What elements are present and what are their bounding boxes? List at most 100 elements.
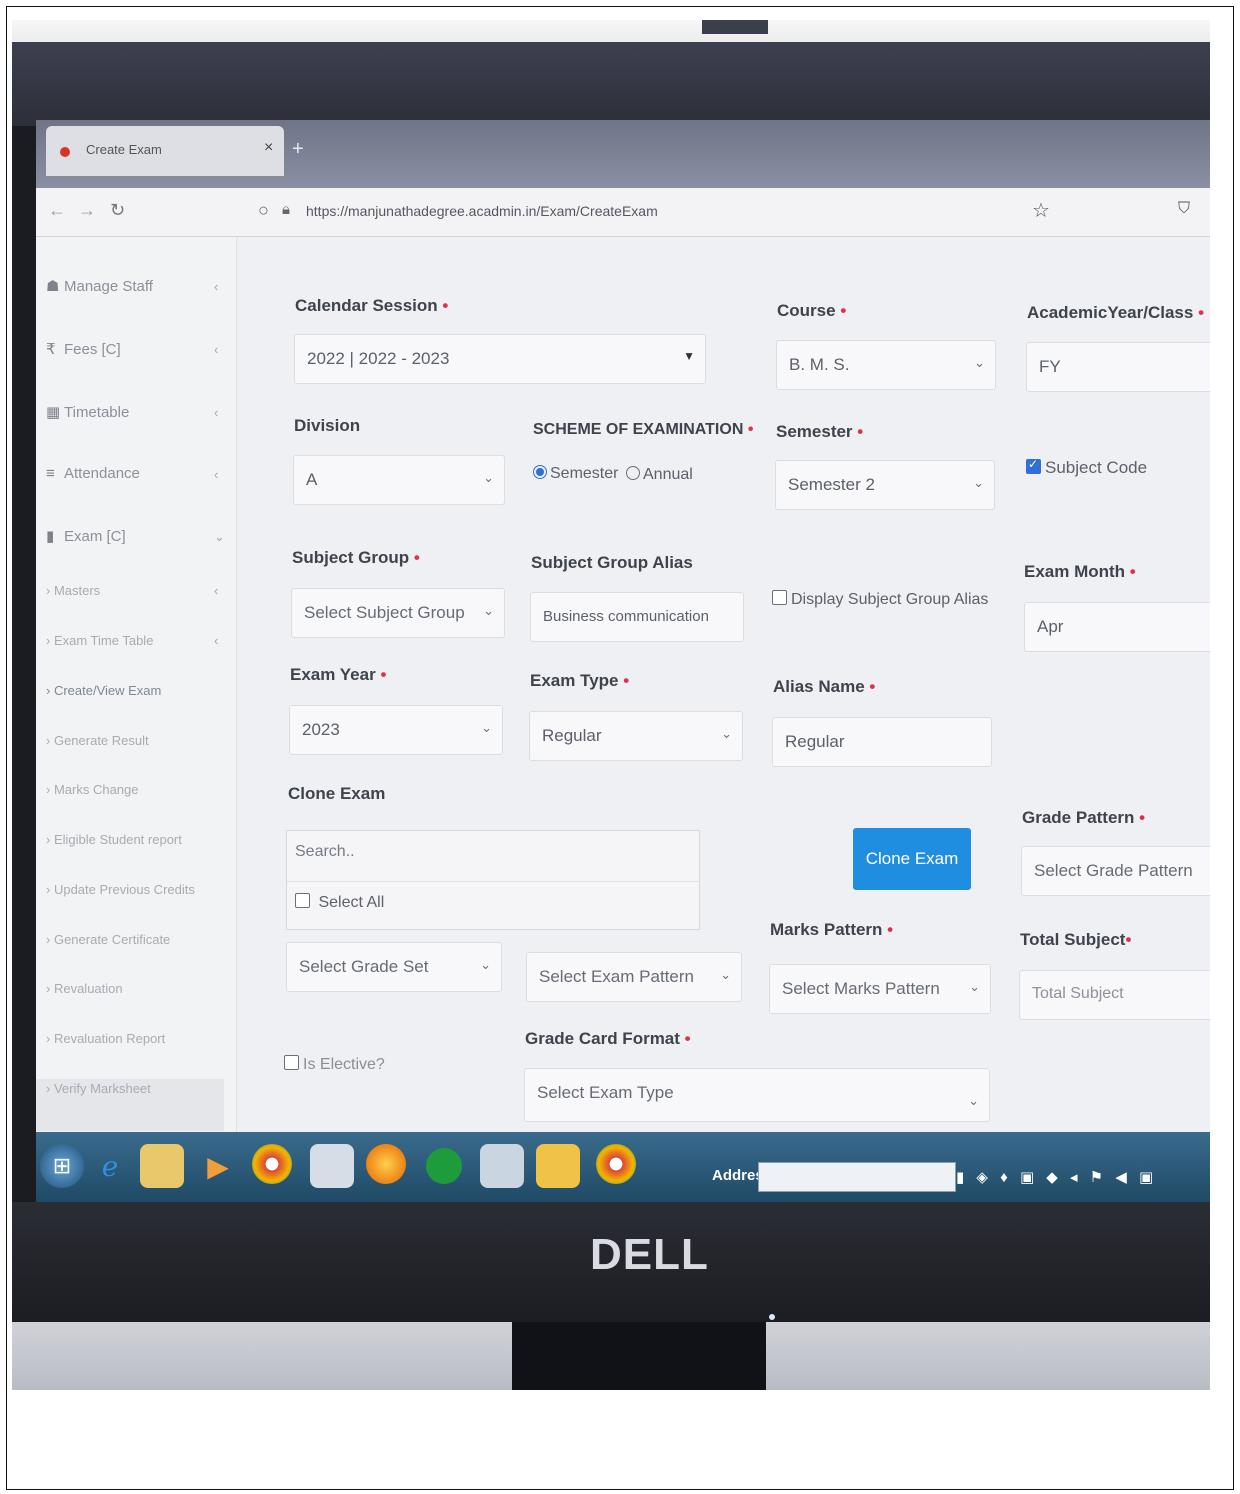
monitor-screen: Create Exam × + ← → ↻ ○ 🔒︎ https://manju…	[36, 120, 1210, 1202]
total-subject-label: Total Subject•	[1020, 930, 1132, 949]
display-alias-checkbox[interactable]: Display Subject Group Alias	[772, 590, 988, 609]
chevron-down-icon: ⌄	[721, 726, 732, 741]
lock-icon[interactable]: 🔒︎	[282, 201, 290, 218]
exam-pattern-select[interactable]: Select Exam Pattern ⌄	[526, 952, 742, 1002]
media-player-icon[interactable]: ▶	[196, 1144, 240, 1188]
total-subject-input[interactable]: Total Subject	[1019, 970, 1210, 1020]
exam-month-select[interactable]: Apr	[1024, 602, 1210, 652]
power-led	[769, 1314, 775, 1320]
start-orb-icon[interactable]: ⊞	[40, 1144, 84, 1188]
chrome-icon[interactable]	[596, 1144, 636, 1184]
sidebar-sub-revaluation-report[interactable]: › Revaluation Report	[46, 1031, 165, 1046]
subject-group-select[interactable]: Select Subject Group ⌄	[291, 588, 505, 638]
alias-name-input[interactable]: Regular	[772, 717, 992, 767]
grade-set-select[interactable]: Select Grade Set ⌄	[286, 942, 502, 992]
chrome-icon[interactable]	[252, 1144, 292, 1184]
scheme-annual-radio[interactable]: Annual	[626, 466, 693, 484]
exam-type-select[interactable]: Regular ⌄	[529, 711, 743, 761]
reload-icon[interactable]: ↻	[110, 200, 125, 221]
chevron-left-icon: ‹	[214, 633, 219, 648]
calendar-session-select[interactable]: 2022 | 2022 - 2023 ▼	[294, 334, 706, 384]
chevron-left-icon: ‹	[214, 279, 219, 294]
sidebar-item-exam[interactable]: ▮ Exam [C]	[46, 527, 126, 545]
subject-group-alias-input[interactable]: Business communication	[530, 592, 744, 642]
staff-icon: ☗	[46, 278, 60, 295]
semester-select[interactable]: Semester 2 ⌄	[775, 460, 995, 510]
rupee-icon: ₹	[46, 341, 56, 358]
course-select[interactable]: B. M. S. ⌄	[776, 340, 996, 390]
division-label: Division	[294, 416, 361, 435]
scheme-semester-radio[interactable]: Semester	[533, 465, 618, 483]
exam-year-select[interactable]: 2023 ⌄	[289, 705, 503, 755]
sidebar-item-fees[interactable]: ₹ Fees [C]	[46, 340, 121, 358]
sidebar-sub-masters[interactable]: › Masters	[46, 583, 100, 598]
marks-pattern-select[interactable]: Select Marks Pattern ⌄	[769, 964, 991, 1014]
grade-card-format-label: Grade Card Format •	[525, 1029, 691, 1048]
page-info-icon[interactable]: ○	[258, 200, 269, 221]
sidebar-sub-create-view-exam[interactable]: › Create/View Exam	[46, 683, 161, 698]
close-tab-icon[interactable]: ×	[264, 139, 273, 157]
clone-exam-search-input[interactable]: Search..	[287, 831, 699, 882]
is-elective-checkbox[interactable]: Is Elective?	[284, 1055, 385, 1074]
monitor-bezel-top	[12, 42, 1210, 126]
address-bar-input[interactable]	[758, 1162, 956, 1192]
sidebar-item-timetable[interactable]: ▦ Timetable	[46, 403, 129, 421]
sidebar-sub-exam-time-table[interactable]: › Exam Time Table	[46, 633, 153, 648]
chevron-down-icon: ⌄	[973, 475, 984, 490]
monitor-stand	[512, 1322, 766, 1390]
sidebar-sub-eligible-student-report[interactable]: › Eligible Student report	[46, 832, 182, 847]
chevron-down-icon: ⌄	[968, 1093, 979, 1108]
pocket-shield-icon[interactable]: ⛉	[1178, 200, 1190, 218]
internet-explorer-icon[interactable]: ℯ	[88, 1144, 132, 1188]
firefox-icon[interactable]	[366, 1144, 406, 1184]
chevron-down-icon: ⌄	[214, 529, 225, 544]
green-app-icon[interactable]	[426, 1148, 462, 1184]
forward-icon[interactable]: →	[78, 200, 96, 221]
exam-month-label: Exam Month •	[1024, 562, 1136, 581]
file-explorer-icon[interactable]	[140, 1144, 184, 1188]
browser-tab[interactable]: Create Exam ×	[46, 126, 284, 176]
sidebar-item-manage-staff[interactable]: ☗ Manage Staff	[46, 277, 153, 295]
notepad-icon[interactable]	[310, 1144, 354, 1188]
folder-icon[interactable]	[536, 1144, 580, 1188]
chevron-left-icon: ‹	[214, 467, 219, 482]
new-tab-button[interactable]: +	[292, 138, 304, 161]
checkbox-unchecked-icon	[772, 590, 787, 605]
exam-type-label: Exam Type •	[530, 671, 630, 690]
chevron-down-icon: ⌄	[483, 603, 494, 618]
window-app-icon[interactable]	[480, 1144, 524, 1188]
chevron-down-icon: ⌄	[974, 355, 985, 370]
bookmark-star-icon[interactable]: ☆	[1032, 198, 1050, 223]
sidebar-item-attendance[interactable]: ≡ Attendance	[46, 465, 140, 482]
grade-card-format-select[interactable]: Select Exam Type ⌄	[524, 1068, 990, 1122]
subject-code-checkbox[interactable]: Subject Code	[1026, 457, 1147, 478]
chevron-down-icon: ⌄	[483, 470, 494, 485]
marks-pattern-label: Marks Pattern •	[770, 920, 894, 939]
division-select[interactable]: A ⌄	[293, 455, 505, 505]
clone-exam-button[interactable]: Clone Exam	[853, 828, 971, 890]
subject-group-alias-label: Subject Group Alias	[531, 553, 693, 572]
favicon-icon	[60, 147, 70, 157]
select-all-checkbox[interactable]: Select All	[295, 893, 384, 912]
calendar-icon: ▦	[46, 404, 61, 421]
monitor-brand-logo: DELL	[590, 1230, 709, 1279]
monitor-mount	[702, 20, 768, 34]
list-icon: ≡	[46, 465, 55, 482]
academic-year-select[interactable]: FY	[1026, 342, 1210, 392]
alias-name-label: Alias Name •	[773, 677, 876, 696]
calendar-session-label: Calendar Session •	[295, 296, 449, 315]
course-label: Course •	[777, 301, 847, 320]
checkbox-unchecked-icon	[295, 893, 310, 908]
sidebar-sub-marks-change[interactable]: › Marks Change	[46, 782, 139, 797]
back-icon[interactable]: ←	[48, 200, 66, 221]
scheme-label: SCHEME OF EXAMINATION •	[533, 421, 754, 438]
system-tray[interactable]: ▮ ◈ ♦ ▣ ◆ ◂ ⚑ ◀ ▣	[956, 1168, 1157, 1186]
sidebar-sub-update-previous-credits[interactable]: › Update Previous Credits	[46, 882, 195, 897]
chevron-down-icon: ⌄	[969, 979, 980, 994]
sidebar-sub-verify-marksheet[interactable]: › Verify Marksheet	[46, 1081, 151, 1096]
sidebar-sub-revaluation[interactable]: › Revaluation	[46, 981, 123, 996]
sidebar-sub-generate-result[interactable]: › Generate Result	[46, 733, 149, 748]
grade-pattern-select[interactable]: Select Grade Pattern	[1021, 846, 1210, 896]
url-bar[interactable]: https://manjunathadegree.acadmin.in/Exam…	[306, 203, 658, 219]
sidebar-sub-generate-certificate[interactable]: › Generate Certificate	[46, 932, 170, 947]
